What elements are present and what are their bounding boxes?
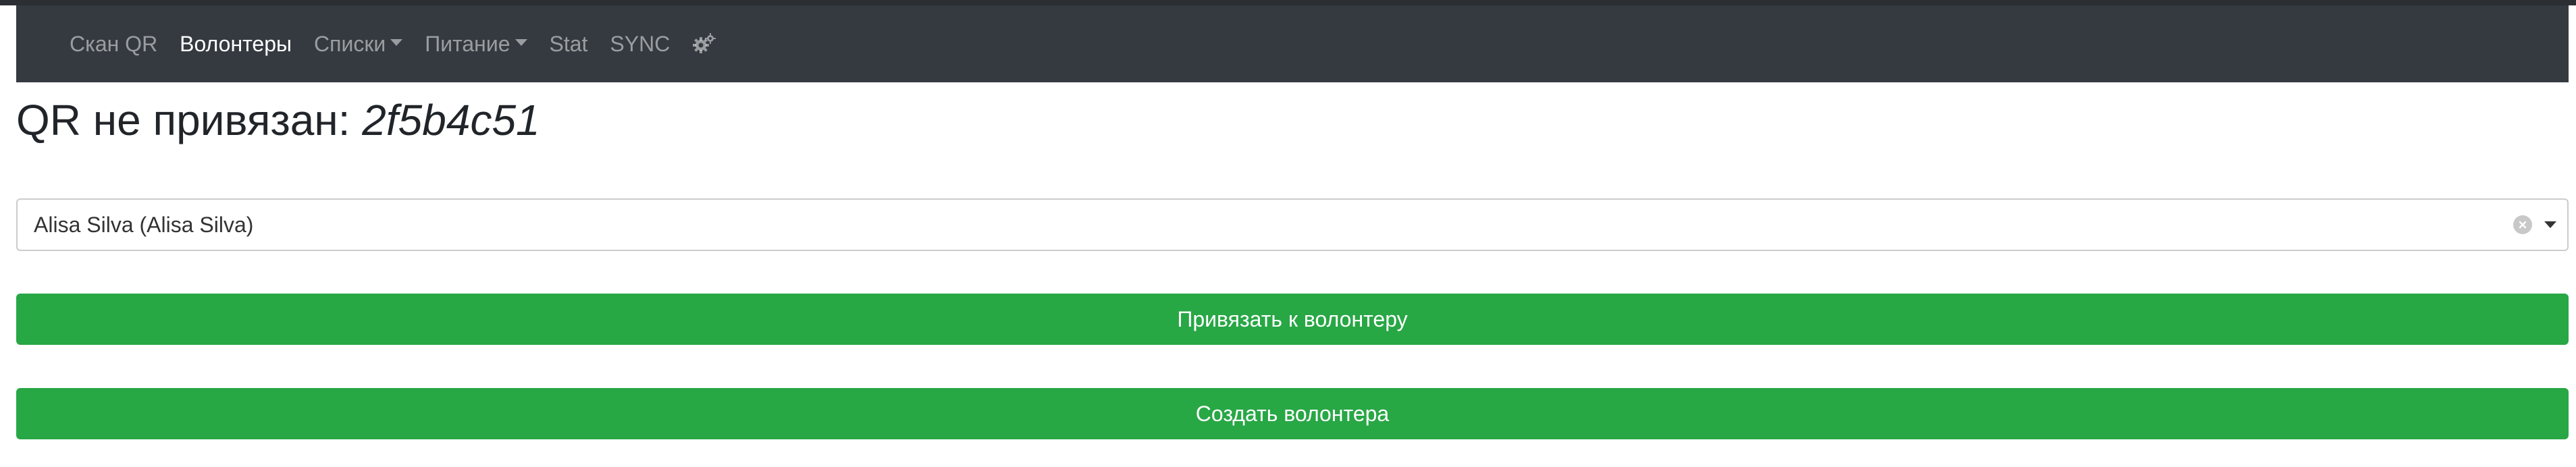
page-title: QR не привязан: 2f5b4c51	[16, 94, 540, 146]
qr-code-value: 2f5b4c51	[362, 96, 540, 144]
nav-item-food[interactable]: Питание	[425, 32, 527, 57]
nav-item-sync[interactable]: SYNC	[610, 32, 670, 57]
create-volunteer-button[interactable]: Создать волонтера	[16, 388, 2569, 439]
caret-down-icon	[390, 39, 403, 46]
volunteer-select[interactable]: Alisa Silva (Alisa Silva)	[16, 198, 2569, 251]
page-title-prefix: QR не привязан:	[16, 96, 363, 144]
top-strip	[0, 0, 2576, 5]
nav-item-stat[interactable]: Stat	[550, 32, 588, 57]
nav-item-label: Stat	[549, 31, 588, 56]
settings-button[interactable]	[692, 33, 716, 55]
nav-item-lists[interactable]: Списки	[314, 31, 403, 57]
nav-item-label: Списки	[314, 31, 386, 56]
nav-item-volunteers[interactable]: Волонтеры	[180, 32, 292, 57]
nav-item-label: SYNC	[610, 31, 671, 56]
chevron-down-icon[interactable]	[2544, 221, 2556, 228]
nav-menu: Скан QR Волонтеры Списки Питание Stat SY…	[70, 32, 739, 57]
bind-volunteer-button[interactable]: Привязать к волонтеру	[16, 294, 2569, 345]
nav-item-label: Питание	[425, 31, 510, 56]
volunteer-select-value: Alisa Silva (Alisa Silva)	[34, 212, 254, 237]
nav-item-label: Волонтеры	[180, 31, 292, 56]
nav-item-label: Скан QR	[70, 31, 158, 56]
gears-icon	[693, 33, 716, 53]
clear-icon[interactable]	[2513, 215, 2532, 234]
navbar: Скан QR Волонтеры Списки Питание Stat SY…	[16, 5, 2569, 82]
caret-down-icon	[515, 39, 527, 46]
close-icon	[2519, 221, 2527, 229]
nav-item-scan-qr[interactable]: Скан QR	[70, 32, 157, 57]
